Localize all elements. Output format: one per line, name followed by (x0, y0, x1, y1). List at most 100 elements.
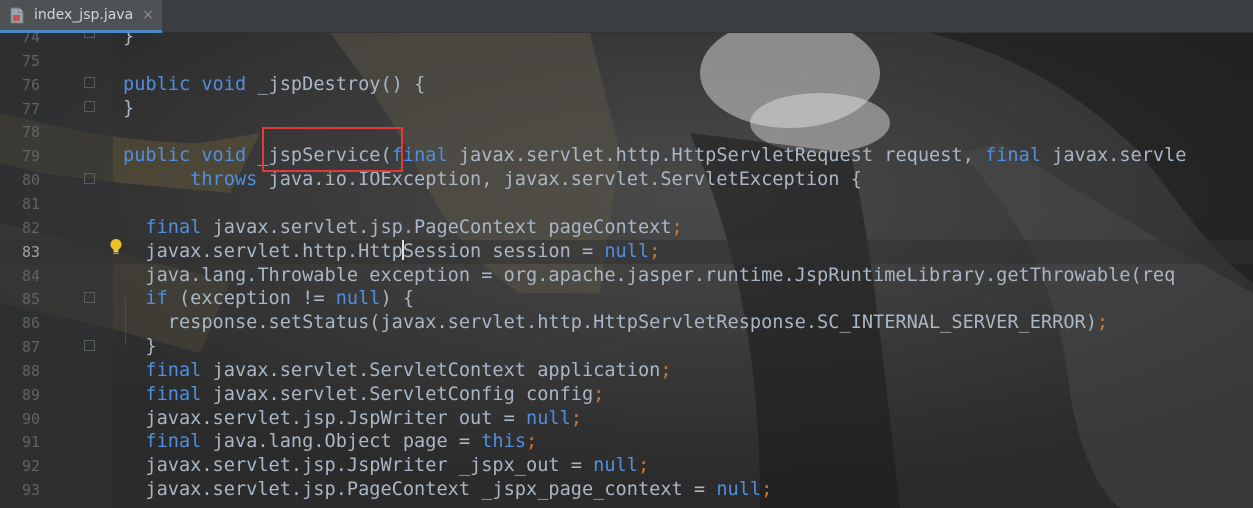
code-token: java.lang.Throwable exception = org.apac… (123, 264, 1176, 286)
code-text: javax.servlet.http.HttpSession session =… (123, 240, 660, 264)
code-line[interactable]: 77} (0, 97, 1253, 121)
indent-guide (125, 297, 126, 345)
code-token: final (985, 145, 1053, 167)
line-number: 79 (21, 147, 40, 166)
code-text: final javax.servlet.jsp.PageContext page… (123, 216, 682, 240)
code-token: _jspDestroy() { (257, 73, 426, 95)
code-text: final javax.servlet.ServletContext appli… (123, 359, 672, 383)
code-line[interactable]: 88 final javax.servlet.ServletContext ap… (0, 359, 1253, 383)
java-file-icon (10, 7, 24, 24)
code-line[interactable]: 85 if (exception != null) { (0, 287, 1253, 311)
line-number: 85 (21, 290, 40, 309)
code-text: javax.servlet.jsp.PageContext _jspx_page… (123, 478, 772, 502)
line-number: 81 (21, 194, 40, 213)
line-number: 93 (21, 481, 40, 500)
code-line[interactable]: 81 (0, 192, 1253, 216)
fold-marker-icon[interactable] (84, 33, 95, 38)
line-number: 90 (21, 409, 40, 428)
code-line[interactable]: 86 response.setStatus(javax.servlet.http… (0, 311, 1253, 335)
code-token: ; (637, 455, 650, 477)
code-token: ; (660, 359, 672, 381)
code-token: javax.servlet.jsp.JspWriter _jspx_out = (123, 455, 594, 477)
code-token: public void (123, 73, 258, 95)
text-caret (402, 240, 404, 260)
line-number: 91 (21, 433, 40, 452)
tab-close-icon[interactable]: × (142, 7, 154, 23)
code-token: ; (570, 407, 582, 429)
code-line[interactable]: 87 } (0, 335, 1253, 359)
code-text: response.setStatus(javax.servlet.http.Ht… (123, 311, 1108, 335)
code-editor[interactable]: 74} 75 76 public void _jspDestroy() {77} 78 7… (0, 33, 1253, 508)
fold-marker-icon[interactable] (84, 340, 95, 351)
line-number: 92 (21, 457, 40, 476)
code-token: null (526, 407, 571, 429)
code-line[interactable]: 92 javax.servlet.jsp.JspWriter _jspx_out… (0, 454, 1253, 478)
line-number: 75 (21, 51, 40, 70)
code-text: } (123, 97, 134, 121)
code-token: javax.servlet.ServletContext application (212, 359, 661, 381)
line-number: 89 (21, 385, 40, 404)
line-number: 76 (21, 75, 40, 94)
fold-marker-icon[interactable] (84, 101, 95, 112)
fold-marker-icon[interactable] (84, 173, 95, 184)
code-token: javax.servlet.http.HttpSession session = (123, 240, 605, 262)
code-token: final (123, 359, 213, 381)
code-line[interactable]: 74} (0, 33, 1253, 49)
code-text: javax.servlet.jsp.JspWriter out = null; (123, 407, 582, 431)
code-text: final javax.servlet.ServletConfig config… (123, 383, 604, 407)
code-line[interactable]: 84 java.lang.Throwable exception = org.a… (0, 264, 1253, 288)
line-number: 94 (0, 502, 40, 508)
code-line[interactable]: 91 final java.lang.Object page = this; (0, 430, 1253, 454)
lightbulb-icon[interactable] (109, 238, 123, 256)
code-token: null (716, 479, 762, 501)
code-token: ; (526, 431, 538, 453)
code-line[interactable]: 79 public void _jspService(final javax.se… (0, 144, 1253, 168)
line-number: 87 (21, 338, 40, 357)
code-text: if (exception != null) { (123, 287, 414, 311)
code-token: null (335, 288, 381, 310)
code-token: public void (123, 145, 258, 167)
code-token: ; (1096, 312, 1109, 334)
jspservice-highlight-box (262, 127, 403, 172)
code-line[interactable]: 76 public void _jspDestroy() { (0, 73, 1253, 97)
code-line[interactable]: 83 javax.servlet.http.HttpSession sessio… (0, 239, 1253, 264)
code-line[interactable]: 89 final javax.servlet.ServletConfig con… (0, 383, 1253, 407)
code-token: this (481, 431, 527, 453)
code-token: javax.servlet.jsp.PageContext pageContex… (212, 216, 672, 238)
code-line[interactable]: 80 throws java.io.IOException, javax.ser… (0, 168, 1253, 192)
code-token: } (123, 33, 135, 47)
code-line[interactable]: 75 (0, 49, 1253, 73)
tab-index-jsp-java[interactable]: index_jsp.java × (0, 0, 162, 33)
tab-label: index_jsp.java (34, 7, 134, 23)
code-text: } (123, 335, 157, 359)
code-token: } (123, 97, 135, 119)
code-token: throws (123, 169, 269, 191)
code-token: javax.servlet.ServletConfig config (212, 383, 594, 405)
line-number: 77 (21, 99, 40, 118)
code-token: null (604, 240, 650, 262)
code-token: javax.servle (1052, 145, 1187, 167)
code-text: } (123, 33, 134, 49)
code-text: java.lang.Throwable exception = org.apac… (123, 264, 1175, 288)
code-token: javax.servlet.http.HttpServletRequest re… (458, 145, 985, 167)
code-token: (exception != (178, 288, 336, 310)
code-line[interactable]: 82 final javax.servlet.jsp.PageContext p… (0, 216, 1253, 240)
code-text: throws java.io.IOException, javax.servle… (123, 168, 862, 192)
code-token: final (123, 383, 213, 405)
code-token: final (123, 216, 213, 238)
code-token: response.setStatus(javax.servlet.http.Ht… (123, 312, 1097, 334)
code-line[interactable]: 94 (0, 502, 1253, 508)
code-text: final java.lang.Object page = this; (123, 430, 537, 454)
line-number: 78 (21, 123, 40, 142)
code-line[interactable]: 78 (0, 120, 1253, 144)
code-token: ; (761, 479, 773, 501)
code-line[interactable]: 93 javax.servlet.jsp.PageContext _jspx_p… (0, 478, 1253, 502)
fold-marker-icon[interactable] (84, 77, 95, 88)
code-token: ; (649, 240, 661, 262)
code-token: null (593, 455, 638, 477)
code-token: } (123, 336, 157, 358)
code-line[interactable]: 90 javax.servlet.jsp.JspWriter out = nul… (0, 407, 1253, 431)
fold-marker-icon[interactable] (84, 292, 95, 303)
editor-tab-bar: index_jsp.java × (0, 0, 1253, 33)
code-token: ; (593, 383, 605, 405)
